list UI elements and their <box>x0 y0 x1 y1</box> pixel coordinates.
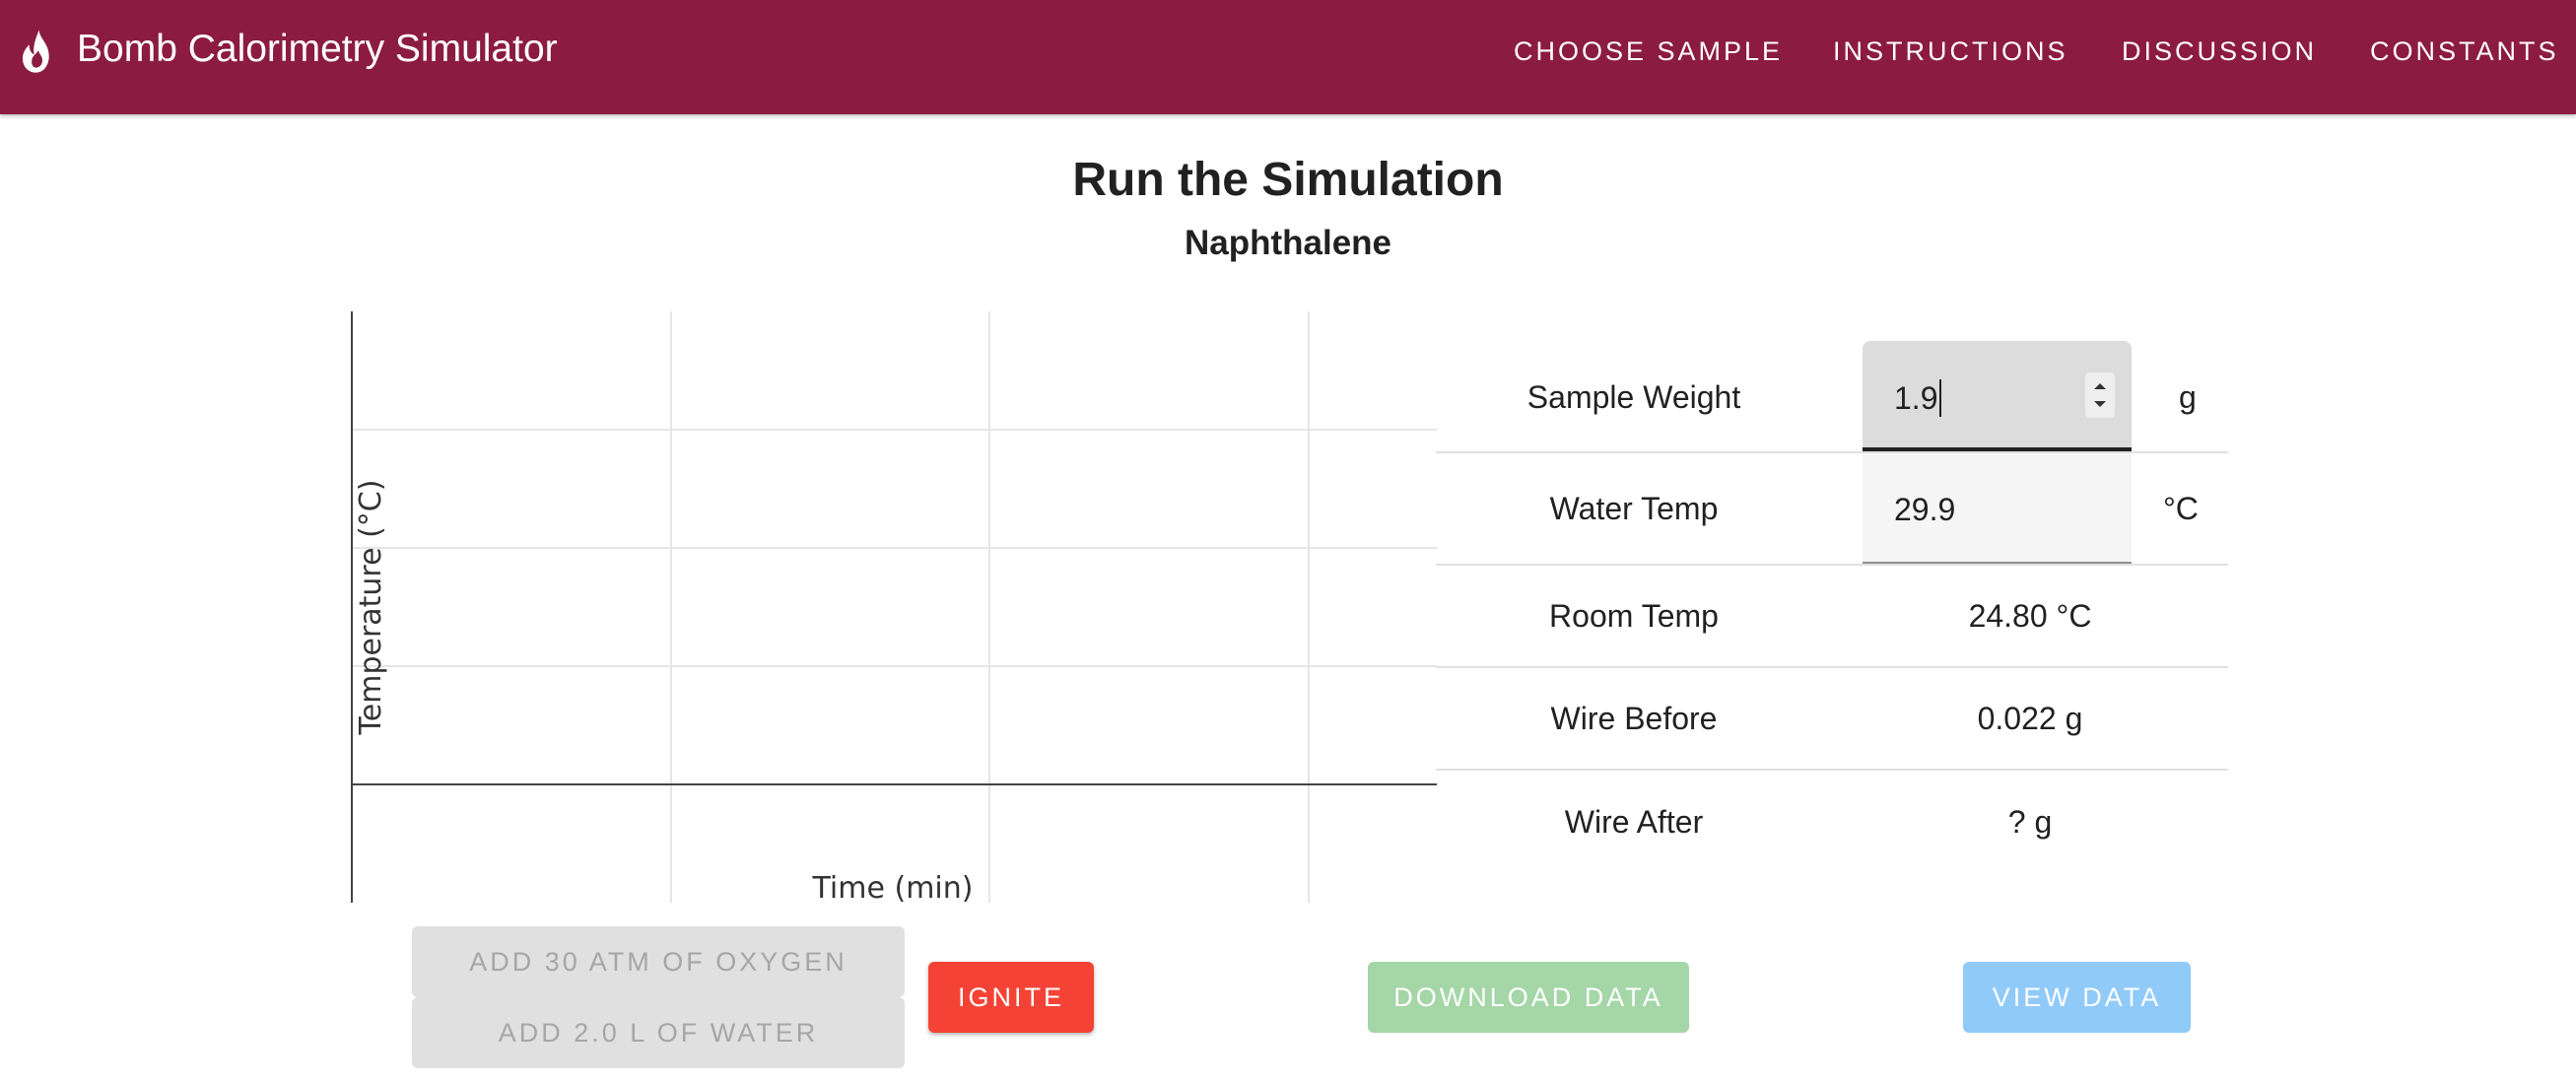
wire-before-value: 0.022 g <box>1977 701 2083 736</box>
download-data-button[interactable]: DOWNLOAD DATA <box>1368 962 1689 1033</box>
app-title: Bomb Calorimetry Simulator <box>77 28 558 70</box>
row-divider <box>1436 564 2228 566</box>
y-axis-label: Temperature (°C) <box>354 480 388 736</box>
temperature-chart: Temperature (°C) Time (min) <box>351 311 1437 903</box>
wire-after-value: ? g <box>2007 804 2053 840</box>
ignite-button[interactable]: IGNITE <box>928 962 1094 1033</box>
sample-weight-label: Sample Weight <box>1526 379 1741 415</box>
water-temp-unit: °C <box>2163 491 2199 526</box>
flame-icon <box>23 30 49 73</box>
sample-weight-stepper[interactable] <box>2085 373 2115 418</box>
x-axis-label: Time (min) <box>812 871 974 903</box>
sample-name: Naphthalene <box>1184 224 1392 262</box>
view-data-button[interactable]: VIEW DATA <box>1963 962 2191 1033</box>
wire-before-label: Wire Before <box>1550 701 1718 736</box>
row-divider <box>1436 666 2228 668</box>
water-temp-value[interactable]: 29.9 <box>1894 488 1955 531</box>
water-temp-label: Water Temp <box>1549 491 1719 526</box>
sample-weight-unit: g <box>2179 379 2197 415</box>
nav-choose-sample[interactable]: CHOOSE SAMPLE <box>1514 30 1783 73</box>
sample-weight-input[interactable]: 1.9 <box>1863 341 2132 451</box>
text-caret <box>1939 379 1941 417</box>
chart-gridlines <box>351 311 1437 903</box>
page-title: Run the Simulation <box>1072 154 1504 206</box>
sample-weight-value[interactable]: 1.9 <box>1894 376 1937 420</box>
stepper-arrows-icon <box>2094 383 2106 407</box>
add-water-button[interactable]: ADD 2.0 L OF WATER <box>412 997 905 1068</box>
wire-after-label: Wire After <box>1564 804 1704 840</box>
room-temp-label: Room Temp <box>1549 598 1719 634</box>
row-divider <box>1436 769 2228 771</box>
nav-discussion[interactable]: DISCUSSION <box>2122 30 2317 73</box>
app-bar: Bomb Calorimetry Simulator CHOOSE SAMPLE… <box>0 0 2576 114</box>
room-temp-value: 24.80 °C <box>1968 598 2092 634</box>
water-temp-input[interactable]: 29.9 <box>1863 453 2132 564</box>
add-oxygen-button[interactable]: ADD 30 ATM OF OXYGEN <box>412 926 905 997</box>
nav-instructions[interactable]: INSTRUCTIONS <box>1833 30 2068 73</box>
nav-constants[interactable]: CONSTANTS <box>2370 30 2559 73</box>
